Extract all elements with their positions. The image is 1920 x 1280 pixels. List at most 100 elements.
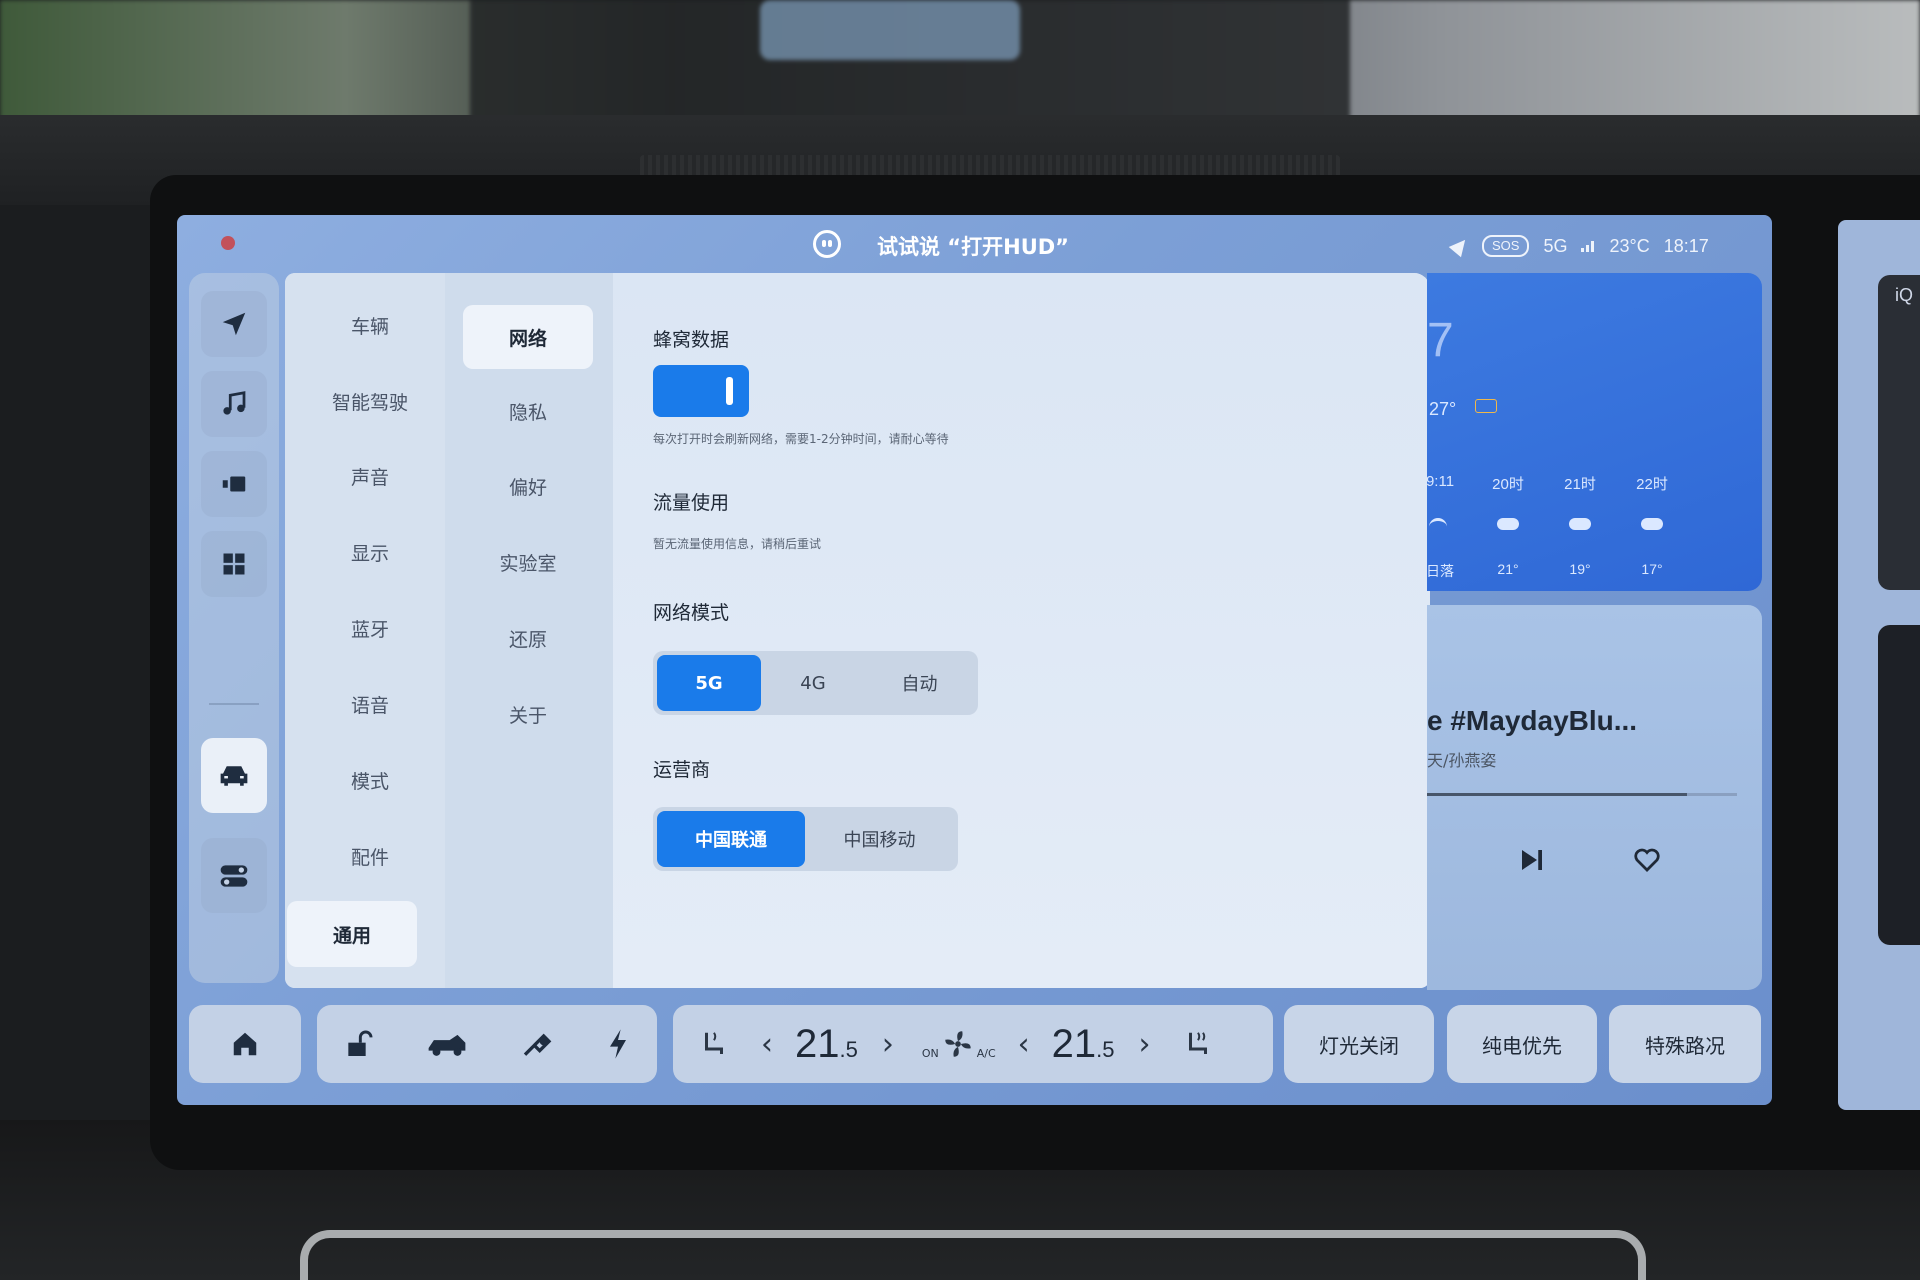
right-temp-increase[interactable]: ›: [1139, 1027, 1151, 1062]
seat-heat-right-icon[interactable]: [1183, 1029, 1213, 1059]
secondary-menu: 网络 隐私 偏好 实验室 还原 关于: [445, 273, 613, 988]
apps-icon: [223, 553, 245, 575]
song-artist: 天/孙燕姿: [1427, 751, 1497, 770]
forecast-temp: 17°: [1641, 561, 1663, 577]
ev-priority-button[interactable]: 纯电优先: [1447, 1005, 1597, 1083]
lights-off-button[interactable]: 灯光关闭: [1284, 1005, 1434, 1083]
submenu-reset[interactable]: 还原: [463, 608, 593, 668]
secondary-screen-label: iQ: [1895, 285, 1913, 305]
right-temp-decrease[interactable]: ‹: [1018, 1027, 1030, 1062]
car-interior: iQ 试试说 “打开HUD” SOS 5G 23°C 18:17 车辆 智能驾驶…: [0, 0, 1920, 1280]
submenu-lab[interactable]: 实验室: [463, 532, 593, 592]
recording-indicator: [221, 236, 235, 250]
secondary-screen: iQ: [1838, 220, 1920, 1110]
menu-sound[interactable]: 声音: [305, 446, 435, 506]
forecast-hour: 20时: [1492, 476, 1524, 493]
carrier-mobile[interactable]: 中国移动: [805, 811, 954, 867]
forecast-hour: 22时: [1636, 476, 1668, 493]
music-widget[interactable]: e #MaydayBlu... 天/孙燕姿: [1427, 605, 1762, 990]
fan-icon[interactable]: [941, 1027, 975, 1061]
dock-apps[interactable]: [201, 531, 267, 597]
special-road-button[interactable]: 特殊路况: [1609, 1005, 1761, 1083]
carrier-title: 运营商: [653, 759, 711, 781]
home-icon: [233, 1032, 257, 1056]
favorite-icon[interactable]: [1632, 845, 1662, 875]
playback-progress[interactable]: [1427, 793, 1687, 796]
menu-smart-driving[interactable]: 智能驾驶: [305, 371, 435, 431]
network-mode-selector: 5G 4G 自动: [653, 651, 978, 715]
dock-media[interactable]: [201, 451, 267, 517]
network-mode-title: 网络模式: [653, 602, 730, 624]
menu-vehicle[interactable]: 车辆: [305, 295, 435, 355]
cellular-data-toggle[interactable]: [653, 365, 749, 417]
settings-panel: 车辆 智能驾驶 声音 显示 蓝牙 语音 模式 配件 通用 网络 隐私 偏好 实验…: [285, 273, 1430, 988]
background-blur: [760, 0, 1020, 60]
home-button[interactable]: [189, 1029, 301, 1059]
left-temp-increase[interactable]: ›: [882, 1027, 894, 1062]
carrier-selector: 中国联通 中国移动: [653, 807, 958, 871]
music-icon: [223, 391, 246, 415]
submenu-privacy[interactable]: 隐私: [463, 381, 593, 441]
forecast-temp: 21°: [1497, 561, 1519, 577]
weather-widget[interactable]: 7 27° 9:11 20时 21时 22时 日落 21° 19° 17°: [1426, 273, 1762, 591]
toggle-knob: [726, 377, 733, 405]
status-bar: 试试说 “打开HUD” SOS 5G 23°C 18:17: [177, 215, 1772, 275]
unlock-icon: [348, 1030, 373, 1056]
carrier-unicom[interactable]: 中国联通: [657, 811, 805, 867]
dock-controls[interactable]: [201, 838, 267, 913]
dock-vehicle[interactable]: [201, 738, 267, 813]
fan-on-label: ON: [921, 1046, 939, 1060]
unlock-button[interactable]: [343, 1028, 375, 1060]
sos-button[interactable]: SOS: [1482, 235, 1530, 257]
secondary-card: [1878, 625, 1920, 945]
lightning-icon: [610, 1029, 627, 1059]
submenu-preferences[interactable]: 偏好: [463, 456, 593, 516]
dock-navigation[interactable]: [201, 291, 267, 357]
sunset-icon: [1429, 518, 1447, 531]
dock-music[interactable]: [201, 371, 267, 437]
network-settings-content: 蜂窝数据 每次打开时会刷新网络，需要1-2分钟时间，请耐心等待 流量使用 暂无流…: [613, 273, 1430, 988]
cloud-icon: [1641, 518, 1663, 530]
charge-port-button[interactable]: [520, 1028, 554, 1060]
cloud-icon: [1497, 518, 1519, 530]
app-dock: [189, 273, 279, 983]
menu-mode[interactable]: 模式: [305, 750, 435, 810]
data-usage-desc: 暂无流量使用信息，请稍后重试: [653, 537, 822, 551]
left-temp-decrease[interactable]: ‹: [761, 1027, 773, 1062]
clock: 18:17: [1663, 235, 1709, 256]
voice-assistant-icon[interactable]: [813, 230, 841, 258]
forecast-hour: 21时: [1564, 476, 1596, 493]
ac-label[interactable]: A/C: [977, 1047, 996, 1060]
vehicle-quick-controls: [317, 1005, 657, 1083]
left-temp-integer: 21: [795, 1021, 840, 1066]
trunk-button[interactable]: [426, 1029, 468, 1059]
network-mode-auto[interactable]: 自动: [865, 655, 974, 711]
air-quality-badge: [1475, 399, 1498, 413]
cellular-data-title: 蜂窝数据: [653, 329, 730, 351]
navigation-icon: [222, 312, 246, 336]
submenu-about[interactable]: 关于: [463, 684, 593, 744]
charge-port-icon: [523, 1033, 552, 1056]
menu-general[interactable]: 通用: [287, 901, 417, 967]
dock-divider: [209, 703, 259, 705]
weather-decoration: 7: [1427, 314, 1454, 367]
submenu-network[interactable]: 网络: [463, 305, 593, 369]
menu-accessories[interactable]: 配件: [305, 826, 435, 886]
menu-display[interactable]: 显示: [305, 522, 435, 582]
network-mode-5g[interactable]: 5G: [657, 655, 761, 711]
next-track-icon[interactable]: [1517, 845, 1547, 875]
energy-button[interactable]: [605, 1028, 631, 1060]
seat-heat-left-icon[interactable]: [699, 1029, 729, 1059]
status-indicators: SOS 5G 23°C 18:17: [1448, 234, 1709, 258]
cellular-data-desc: 每次打开时会刷新网络，需要1-2分钟时间，请耐心等待: [653, 432, 949, 446]
current-temperature: 27°: [1429, 399, 1457, 419]
infotainment-screen: 试试说 “打开HUD” SOS 5G 23°C 18:17 车辆 智能驾驶 声音…: [177, 215, 1772, 1105]
outside-temperature: 23°C: [1609, 235, 1650, 256]
car-icon: [220, 765, 248, 786]
trunk-icon: [428, 1034, 466, 1056]
menu-bluetooth[interactable]: 蓝牙: [305, 598, 435, 658]
menu-voice[interactable]: 语音: [305, 674, 435, 734]
right-temp-decimal: .5: [1096, 1036, 1115, 1062]
network-mode-4g[interactable]: 4G: [761, 655, 865, 711]
data-usage-title: 流量使用: [653, 492, 730, 514]
